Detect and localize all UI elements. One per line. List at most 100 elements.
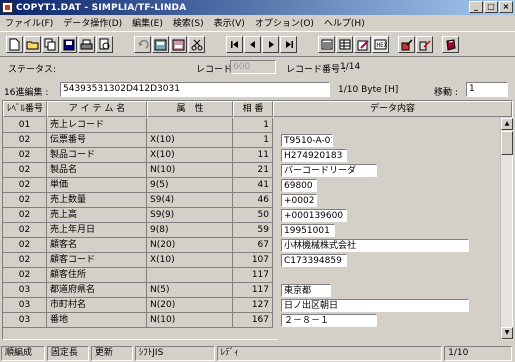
menu-view[interactable]: 表示(V) bbox=[209, 16, 250, 29]
relative-cell: 117 bbox=[233, 283, 273, 298]
maximize-button[interactable]: □ bbox=[484, 1, 498, 13]
menu-search[interactable]: 検索(S) bbox=[168, 16, 209, 29]
level-cell: 02 bbox=[3, 148, 47, 163]
data-value-field[interactable]: C173394859 bbox=[281, 254, 347, 267]
header-data[interactable]: データ内容 bbox=[273, 101, 512, 117]
cut-icon[interactable] bbox=[188, 36, 205, 53]
table-row[interactable]: 02 売上高 S9(9) 50 bbox=[3, 208, 273, 223]
table-row[interactable]: 01 売上レコード 1 bbox=[3, 118, 273, 133]
minimize-button[interactable]: _ bbox=[469, 1, 483, 13]
table-row[interactable]: 02 伝票番号 X(10) 1 bbox=[3, 133, 273, 148]
table-row[interactable]: 02 製品コード X(10) 11 bbox=[3, 148, 273, 163]
relative-cell: 50 bbox=[233, 208, 273, 223]
relative-cell: 11 bbox=[233, 148, 273, 163]
level-cell: 03 bbox=[3, 313, 47, 328]
relative-cell: 41 bbox=[233, 178, 273, 193]
copy-icon[interactable] bbox=[42, 36, 59, 53]
table-row[interactable]: 02 顧客住所 117 bbox=[3, 268, 273, 283]
app-icon bbox=[2, 2, 13, 13]
prev-record-icon[interactable] bbox=[244, 36, 261, 53]
hex-edit-input[interactable]: 54393531302D412D3031 bbox=[60, 82, 330, 97]
print-icon[interactable] bbox=[78, 36, 95, 53]
settings-icon[interactable] bbox=[416, 36, 433, 53]
table-row[interactable]: 03 都道府県名 N(5) 117 bbox=[3, 283, 273, 298]
attribute-cell: X(10) bbox=[147, 133, 233, 148]
menu-bar: ファイル(F) データ操作(D) 編集(E) 検索(S) 表示(V) オプション… bbox=[0, 15, 515, 30]
menu-help[interactable]: ヘルプ(H) bbox=[319, 16, 370, 29]
undo-icon[interactable] bbox=[134, 36, 151, 53]
table-view-icon[interactable] bbox=[336, 36, 353, 53]
header-item-name[interactable]: ア イ テ ム 名 bbox=[47, 101, 147, 117]
header-attribute[interactable]: 属 性 bbox=[147, 101, 233, 117]
level-cell: 03 bbox=[3, 283, 47, 298]
relative-cell: 21 bbox=[233, 163, 273, 178]
table-row[interactable]: 02 売上数量 S9(4) 46 bbox=[3, 193, 273, 208]
hex-edit-row: 16進編集 : 54393531302D412D3031 1/10 Byte [… bbox=[0, 80, 515, 100]
table-row[interactable]: 02 売上年月日 9(8) 59 bbox=[3, 223, 273, 238]
replace-icon[interactable] bbox=[170, 36, 187, 53]
header-relative[interactable]: 相 番 bbox=[233, 101, 273, 117]
record-length-field: 600 bbox=[230, 60, 276, 74]
last-record-icon[interactable] bbox=[280, 36, 297, 53]
menu-edit[interactable]: 編集(E) bbox=[127, 16, 168, 29]
find-icon[interactable] bbox=[152, 36, 169, 53]
data-value-field[interactable]: +0002 bbox=[281, 194, 317, 207]
table-row[interactable]: 02 単価 9(5) 41 bbox=[3, 178, 273, 193]
relative-cell: 67 bbox=[233, 238, 273, 253]
close-button[interactable]: × bbox=[499, 1, 513, 13]
tools-icon[interactable] bbox=[398, 36, 415, 53]
data-value-field[interactable]: T9510-A-01 bbox=[281, 134, 333, 147]
new-file-icon[interactable] bbox=[6, 36, 23, 53]
menu-data[interactable]: データ操作(D) bbox=[58, 16, 127, 29]
svg-text:HEX: HEX bbox=[377, 42, 388, 49]
help-book-icon[interactable] bbox=[442, 36, 459, 53]
data-value-field[interactable]: バーコードリーダ bbox=[281, 164, 377, 177]
open-folder-icon[interactable] bbox=[24, 36, 41, 53]
header-level[interactable]: ﾚﾍﾞﾙ番号 bbox=[3, 101, 47, 117]
vertical-scrollbar[interactable]: ▲ ▼ bbox=[500, 118, 513, 340]
item-name-cell: 製品名 bbox=[47, 163, 147, 178]
scroll-up-icon[interactable]: ▲ bbox=[501, 118, 513, 130]
print-preview-icon[interactable] bbox=[96, 36, 113, 53]
scroll-down-icon[interactable]: ▼ bbox=[501, 327, 513, 339]
level-cell: 02 bbox=[3, 253, 47, 268]
table-row[interactable]: 03 市町村名 N(20) 127 bbox=[3, 298, 273, 313]
menu-options[interactable]: オプション(O) bbox=[250, 16, 319, 29]
attribute-cell: N(20) bbox=[147, 298, 233, 313]
edit-icon[interactable] bbox=[354, 36, 371, 53]
data-value-field[interactable]: +000139600 bbox=[281, 209, 347, 222]
table-row[interactable]: 03 番地 N(10) 167 bbox=[3, 313, 273, 328]
attribute-cell: S9(4) bbox=[147, 193, 233, 208]
attribute-cell: S9(9) bbox=[147, 208, 233, 223]
table-row[interactable]: 02 製品名 N(10) 21 bbox=[3, 163, 273, 178]
data-value-field[interactable]: H274920183 bbox=[281, 149, 347, 162]
level-cell: 02 bbox=[3, 223, 47, 238]
data-value-field[interactable]: 19951001 bbox=[281, 224, 335, 237]
attribute-cell: N(20) bbox=[147, 238, 233, 253]
hex-view-icon[interactable]: HEX bbox=[372, 36, 389, 53]
item-name-cell: 都道府県名 bbox=[47, 283, 147, 298]
item-name-cell: 市町村名 bbox=[47, 298, 147, 313]
list-view-icon[interactable] bbox=[318, 36, 335, 53]
next-record-icon[interactable] bbox=[262, 36, 279, 53]
data-value-field[interactable]: 日ノ出区朝日 bbox=[281, 299, 469, 312]
data-value-field[interactable]: 東京都 bbox=[281, 284, 331, 297]
table-row[interactable]: 02 顧客コード X(10) 107 bbox=[3, 253, 273, 268]
data-value-field[interactable]: 小林機械株式会社 bbox=[281, 239, 469, 252]
item-name-cell: 売上高 bbox=[47, 208, 147, 223]
move-input[interactable]: 1 bbox=[466, 82, 508, 97]
attribute-cell: 9(8) bbox=[147, 223, 233, 238]
first-record-icon[interactable] bbox=[226, 36, 243, 53]
window-controls: _ □ × bbox=[468, 1, 513, 13]
data-value-field[interactable]: ２－８－１ bbox=[281, 314, 377, 327]
relative-cell: 127 bbox=[233, 298, 273, 313]
save-icon[interactable] bbox=[60, 36, 77, 53]
statusbar-state: 更新 bbox=[90, 345, 133, 361]
menu-file[interactable]: ファイル(F) bbox=[0, 16, 58, 29]
status-row: ステータス: レコード長 : 600 レコード番号 : 1/14 bbox=[0, 58, 515, 78]
scroll-thumb[interactable] bbox=[501, 131, 513, 155]
statusbar-ready: ﾚﾃﾞｨ bbox=[216, 345, 443, 361]
level-cell: 02 bbox=[3, 268, 47, 283]
table-row[interactable]: 02 顧客名 N(20) 67 bbox=[3, 238, 273, 253]
data-value-field[interactable]: 69800 bbox=[281, 179, 317, 192]
